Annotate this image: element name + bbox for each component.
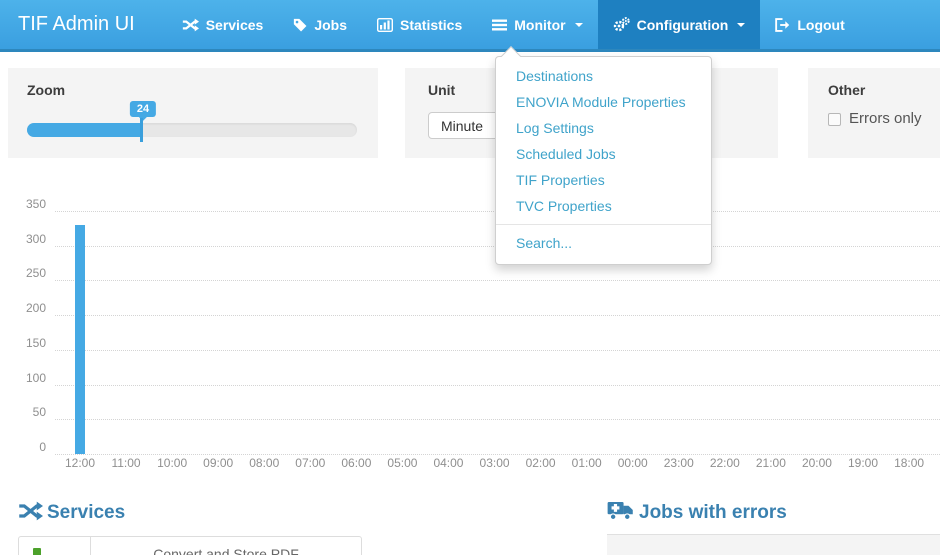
x-axis-tick-label: 11:00 [103,456,149,470]
chart-bar[interactable] [75,225,85,454]
x-axis-tick-label: 01:00 [564,456,610,470]
menu-item-tif-properties[interactable]: TIF Properties [496,167,711,193]
y-axis-tick-label: 100 [0,371,46,385]
x-axis-tick-label: 22:00 [702,456,748,470]
menu-item-enovia-module-properties[interactable]: ENOVIA Module Properties [496,89,711,115]
y-axis-tick-label: 0 [0,440,46,454]
chart-gridline [55,454,940,455]
x-axis-tick-label: 02:00 [518,456,564,470]
x-axis-tick-label: 21:00 [748,456,794,470]
x-axis-tick-label: 06:00 [333,456,379,470]
x-axis-tick-label: 03:00 [472,456,518,470]
x-axis-tick-label: 20:00 [794,456,840,470]
y-axis-tick-label: 150 [0,336,46,350]
x-axis-tick-label: 19:00 [840,456,886,470]
y-axis-tick-label: 250 [0,266,46,280]
x-axis-tick-label: 05:00 [379,456,425,470]
x-axis-tick-label: 08:00 [241,456,287,470]
x-axis-tick-label: 07:00 [287,456,333,470]
service-status-icon [33,548,41,555]
chart-gridline [55,315,940,316]
x-axis-tick-label: 04:00 [425,456,471,470]
jobs-with-errors-section-title: Jobs with errors [639,502,787,524]
y-axis-tick-label: 50 [0,405,46,419]
x-axis-tick-label: 00:00 [610,456,656,470]
menu-item-tvc-properties[interactable]: TVC Properties [496,193,711,219]
menu-item-search[interactable]: Search... [496,230,711,256]
menu-item-log-settings[interactable]: Log Settings [496,115,711,141]
shuffle-icon [18,501,43,526]
chart-gridline [55,385,940,386]
x-axis-tick-label: 23:00 [656,456,702,470]
y-axis-tick-label: 200 [0,301,46,315]
ambulance-icon [607,499,634,526]
app-window: TIF Admin UI Services Jobs Statistics Mo… [0,0,940,555]
x-axis-tick-label: 10:00 [149,456,195,470]
chart-gridline [55,350,940,351]
services-section-title: Services [47,502,125,524]
services-table: Convert and Store PDF [18,536,362,555]
configuration-dropdown-menu: Destinations ENOVIA Module Properties Lo… [495,56,712,265]
menu-item-scheduled-jobs[interactable]: Scheduled Jobs [496,141,711,167]
service-row-name[interactable]: Convert and Store PDF [91,546,361,555]
x-axis-tick-label: 12:00 [57,456,103,470]
x-axis-tick-label: 18:00 [886,456,932,470]
statistics-bar-chart: 0 50 100 150 200 250 300 350 12:0011:0010:0009:0… [0,0,940,480]
menu-divider [496,224,711,225]
menu-item-destinations[interactable]: Destinations [496,63,711,89]
chart-gridline [55,419,940,420]
jobs-with-errors-panel [607,534,940,555]
y-axis-tick-label: 300 [0,232,46,246]
y-axis-tick-label: 350 [0,197,46,211]
x-axis-tick-label: 09:00 [195,456,241,470]
chart-gridline [55,280,940,281]
